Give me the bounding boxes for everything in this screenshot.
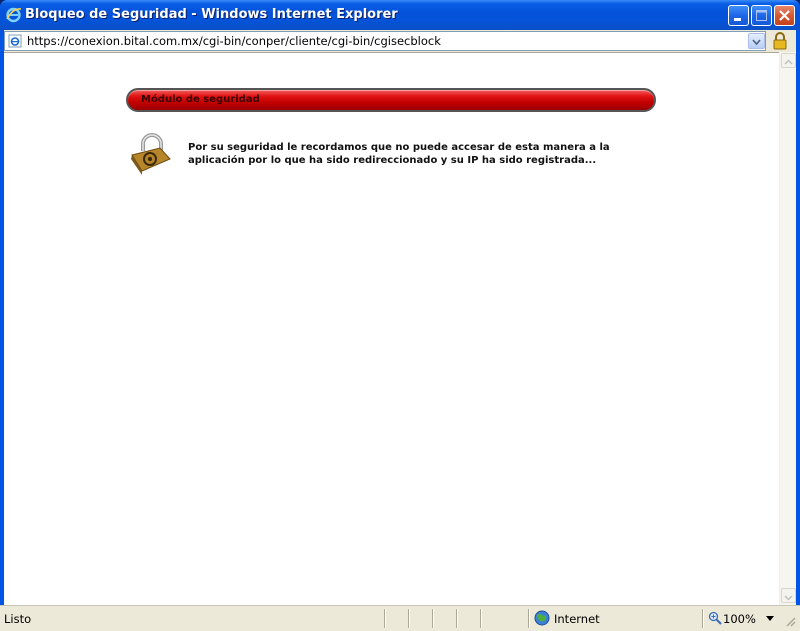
minimize-button[interactable] bbox=[728, 5, 749, 26]
status-bar: Listo Internet 100% bbox=[0, 605, 800, 631]
security-zone[interactable]: Internet bbox=[554, 612, 600, 626]
chevron-up-icon bbox=[784, 59, 793, 65]
ie-window: Bloqueo de Seguridad - Windows Internet … bbox=[0, 0, 800, 631]
padlock-icon bbox=[131, 133, 171, 175]
close-button[interactable] bbox=[774, 5, 795, 26]
status-separator bbox=[408, 609, 410, 628]
status-text: Listo bbox=[4, 612, 32, 626]
page-content: Módulo de seguridad Por su seguridad le … bbox=[4, 52, 779, 605]
section-banner: Módulo de seguridad bbox=[126, 88, 656, 112]
status-separator bbox=[480, 609, 482, 628]
status-separator bbox=[702, 609, 704, 628]
chevron-down-icon bbox=[784, 595, 793, 601]
title-bar[interactable]: Bloqueo de Seguridad - Windows Internet … bbox=[0, 0, 800, 30]
url-text[interactable]: https://conexion.bital.com.mx/cgi-bin/co… bbox=[27, 34, 441, 48]
vertical-scrollbar[interactable] bbox=[779, 52, 796, 605]
security-message: Por su seguridad le recordamos que no pu… bbox=[188, 142, 610, 166]
chevron-down-icon bbox=[752, 39, 761, 46]
status-separator bbox=[528, 609, 530, 628]
zoom-level[interactable]: 100% bbox=[723, 612, 756, 626]
scroll-up-button[interactable] bbox=[781, 53, 796, 68]
maximize-icon bbox=[756, 10, 767, 21]
status-separator bbox=[432, 609, 434, 628]
status-separator bbox=[384, 609, 386, 628]
lock-icon[interactable] bbox=[770, 31, 790, 51]
ie-icon bbox=[6, 7, 22, 23]
banner-title: Módulo de seguridad bbox=[141, 94, 260, 105]
globe-icon bbox=[534, 610, 550, 626]
address-field[interactable]: https://conexion.bital.com.mx/cgi-bin/co… bbox=[4, 31, 766, 51]
zoom-icon bbox=[708, 611, 722, 625]
close-icon bbox=[779, 10, 790, 21]
address-bar: https://conexion.bital.com.mx/cgi-bin/co… bbox=[4, 30, 796, 52]
ie-page-icon bbox=[8, 34, 22, 48]
address-dropdown-button[interactable] bbox=[748, 33, 765, 49]
scroll-down-button[interactable] bbox=[781, 588, 796, 603]
minimize-icon bbox=[734, 18, 741, 21]
window-title: Bloqueo de Seguridad - Windows Internet … bbox=[25, 7, 398, 22]
status-separator bbox=[456, 609, 458, 628]
maximize-button[interactable] bbox=[751, 5, 772, 26]
zoom-dropdown-icon[interactable] bbox=[766, 616, 774, 621]
resize-grip-icon[interactable] bbox=[784, 615, 796, 627]
